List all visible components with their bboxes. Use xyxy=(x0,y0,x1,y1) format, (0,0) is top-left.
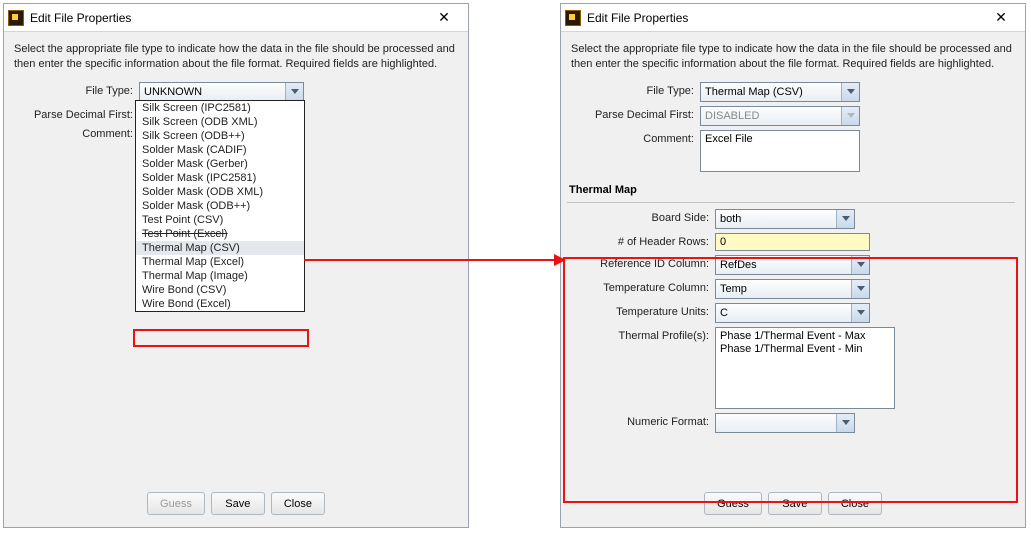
guess-button[interactable]: Guess xyxy=(704,492,762,515)
dropdown-item[interactable]: Solder Mask (Gerber) xyxy=(136,157,304,171)
profiles-label: Thermal Profile(s): xyxy=(585,327,715,342)
dropdown-item[interactable]: Thermal Map (Image) xyxy=(136,269,304,283)
board-side-value: both xyxy=(720,213,741,225)
close-icon[interactable]: ✕ xyxy=(981,5,1021,31)
dialog-right: Edit File Properties ✕ Select the approp… xyxy=(560,3,1026,528)
parse-decimal-label: Parse Decimal First: xyxy=(14,106,139,121)
dropdown-item[interactable]: Solder Mask (ODB++) xyxy=(136,199,304,213)
footer: Guess Save Close xyxy=(4,484,468,527)
tempcol-value: Temp xyxy=(720,283,747,295)
app-icon xyxy=(8,10,24,26)
file-type-dropdown[interactable]: Silk Screen (IPC2581)Silk Screen (ODB XM… xyxy=(135,100,305,312)
file-type-combo[interactable]: UNKNOWN xyxy=(139,82,304,102)
chevron-down-icon[interactable] xyxy=(851,280,869,298)
numfmt-combo[interactable] xyxy=(715,413,855,433)
close-icon[interactable]: ✕ xyxy=(424,5,464,31)
tempcol-label: Temperature Column: xyxy=(585,279,715,294)
chevron-down-icon[interactable] xyxy=(851,304,869,322)
tempunits-label: Temperature Units: xyxy=(585,303,715,318)
titlebar: Edit File Properties ✕ xyxy=(561,4,1025,32)
header-rows-label: # of Header Rows: xyxy=(585,233,715,248)
comment-label: Comment: xyxy=(14,125,139,140)
close-button[interactable]: Close xyxy=(271,492,325,515)
refid-label: Reference ID Column: xyxy=(585,255,715,270)
refid-value: RefDes xyxy=(720,259,757,271)
dropdown-item[interactable]: Solder Mask (ODB XML) xyxy=(136,185,304,199)
chevron-down-icon[interactable] xyxy=(836,414,854,432)
chevron-down-icon[interactable] xyxy=(841,83,859,101)
file-type-combo[interactable]: Thermal Map (CSV) xyxy=(700,82,860,102)
profile-item[interactable]: Phase 1/Thermal Event - Max xyxy=(720,330,890,343)
dropdown-item[interactable]: Wire Bond (CSV) xyxy=(136,283,304,297)
guess-button: Guess xyxy=(147,492,205,515)
form-area: File Type: UNKNOWN Parse Decimal First: … xyxy=(4,80,468,484)
save-button[interactable]: Save xyxy=(768,492,822,515)
tempunits-combo[interactable]: C xyxy=(715,303,870,323)
title: Edit File Properties xyxy=(30,11,424,25)
comment-label: Comment: xyxy=(567,130,700,145)
intro-text: Select the appropriate file type to indi… xyxy=(561,32,1025,80)
chevron-down-icon[interactable] xyxy=(285,83,303,101)
group-divider xyxy=(567,202,1015,203)
dropdown-item[interactable]: Silk Screen (ODB XML) xyxy=(136,115,304,129)
chevron-down-icon[interactable] xyxy=(836,210,854,228)
header-rows-input[interactable] xyxy=(715,233,870,251)
tempunits-value: C xyxy=(720,307,728,319)
file-type-label: File Type: xyxy=(567,82,700,97)
highlight-selected-item xyxy=(133,329,309,347)
footer: Guess Save Close xyxy=(561,484,1025,527)
refid-combo[interactable]: RefDes xyxy=(715,255,870,275)
dropdown-item[interactable]: Thermal Map (Excel) xyxy=(136,255,304,269)
form-area: File Type: Thermal Map (CSV) Parse Decim… xyxy=(561,80,1025,484)
parse-decimal-label: Parse Decimal First: xyxy=(567,106,700,121)
board-side-combo[interactable]: both xyxy=(715,209,855,229)
parse-decimal-combo: DISABLED xyxy=(700,106,860,126)
dropdown-item[interactable]: Test Point (Excel) xyxy=(136,227,304,241)
group-label: Thermal Map xyxy=(569,184,1015,196)
chevron-down-icon xyxy=(841,107,859,125)
dropdown-item[interactable]: Wire Bond (Excel) xyxy=(136,297,304,311)
file-type-label: File Type: xyxy=(14,82,139,97)
profiles-listbox[interactable]: Phase 1/Thermal Event - MaxPhase 1/Therm… xyxy=(715,327,895,409)
profile-item[interactable]: Phase 1/Thermal Event - Min xyxy=(720,343,890,356)
close-button[interactable]: Close xyxy=(828,492,882,515)
chevron-down-icon[interactable] xyxy=(851,256,869,274)
dialog-left: Edit File Properties ✕ Select the approp… xyxy=(3,3,469,528)
file-type-value: Thermal Map (CSV) xyxy=(705,86,803,98)
dropdown-item[interactable]: Silk Screen (IPC2581) xyxy=(136,101,304,115)
file-type-value: UNKNOWN xyxy=(144,86,202,98)
save-button[interactable]: Save xyxy=(211,492,265,515)
numfmt-label: Numeric Format: xyxy=(585,413,715,428)
tempcol-combo[interactable]: Temp xyxy=(715,279,870,299)
comment-input[interactable] xyxy=(700,130,860,172)
parse-decimal-value: DISABLED xyxy=(705,110,759,122)
dropdown-item[interactable]: Silk Screen (ODB++) xyxy=(136,129,304,143)
titlebar: Edit File Properties ✕ xyxy=(4,4,468,32)
dropdown-item[interactable]: Solder Mask (CADIF) xyxy=(136,143,304,157)
dropdown-item[interactable]: Thermal Map (CSV) xyxy=(136,241,304,255)
intro-text: Select the appropriate file type to indi… xyxy=(4,32,468,80)
dropdown-item[interactable]: Solder Mask (IPC2581) xyxy=(136,171,304,185)
title: Edit File Properties xyxy=(587,11,981,25)
app-icon xyxy=(565,10,581,26)
board-side-label: Board Side: xyxy=(585,209,715,224)
dropdown-item[interactable]: Test Point (CSV) xyxy=(136,213,304,227)
